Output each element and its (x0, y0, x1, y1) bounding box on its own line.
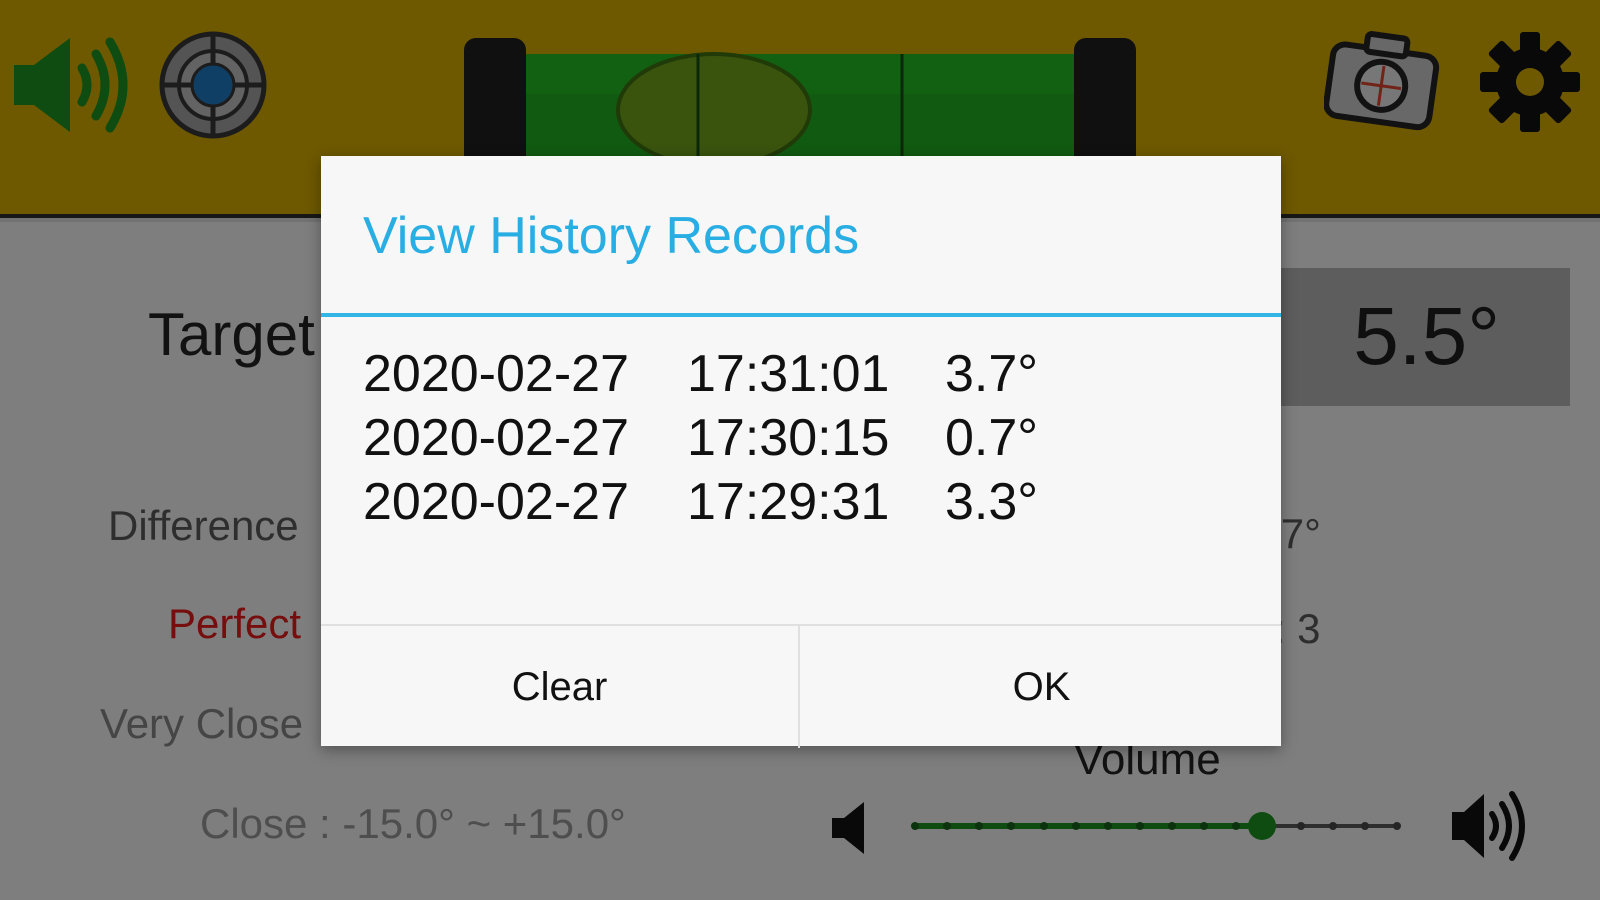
record-time: 17:31:01 (687, 345, 890, 403)
history-dialog: View History Records 2020-02-27 17:31:01 3… (321, 156, 1281, 748)
dialog-title: View History Records (363, 207, 860, 265)
history-records-list: 2020-02-27 17:31:01 3.7° 2020-02-27 17:30:1… (363, 344, 1038, 536)
record-time: 17:29:31 (687, 473, 890, 531)
history-record: 2020-02-27 17:31:01 3.7° (363, 344, 1038, 408)
ok-button[interactable]: OK (802, 626, 1281, 748)
record-angle: 3.7° (945, 345, 1039, 403)
dialog-divider (321, 313, 1281, 317)
record-angle: 0.7° (945, 409, 1039, 467)
record-angle: 3.3° (945, 473, 1039, 531)
dialog-button-bar: Clear OK (321, 624, 1281, 748)
history-record: 2020-02-27 17:29:31 3.3° (363, 472, 1038, 536)
record-date: 2020-02-27 (363, 345, 629, 403)
clear-button[interactable]: Clear (321, 626, 800, 748)
record-date: 2020-02-27 (363, 409, 629, 467)
history-record: 2020-02-27 17:30:15 0.7° (363, 408, 1038, 472)
record-time: 17:30:15 (687, 409, 890, 467)
record-date: 2020-02-27 (363, 473, 629, 531)
